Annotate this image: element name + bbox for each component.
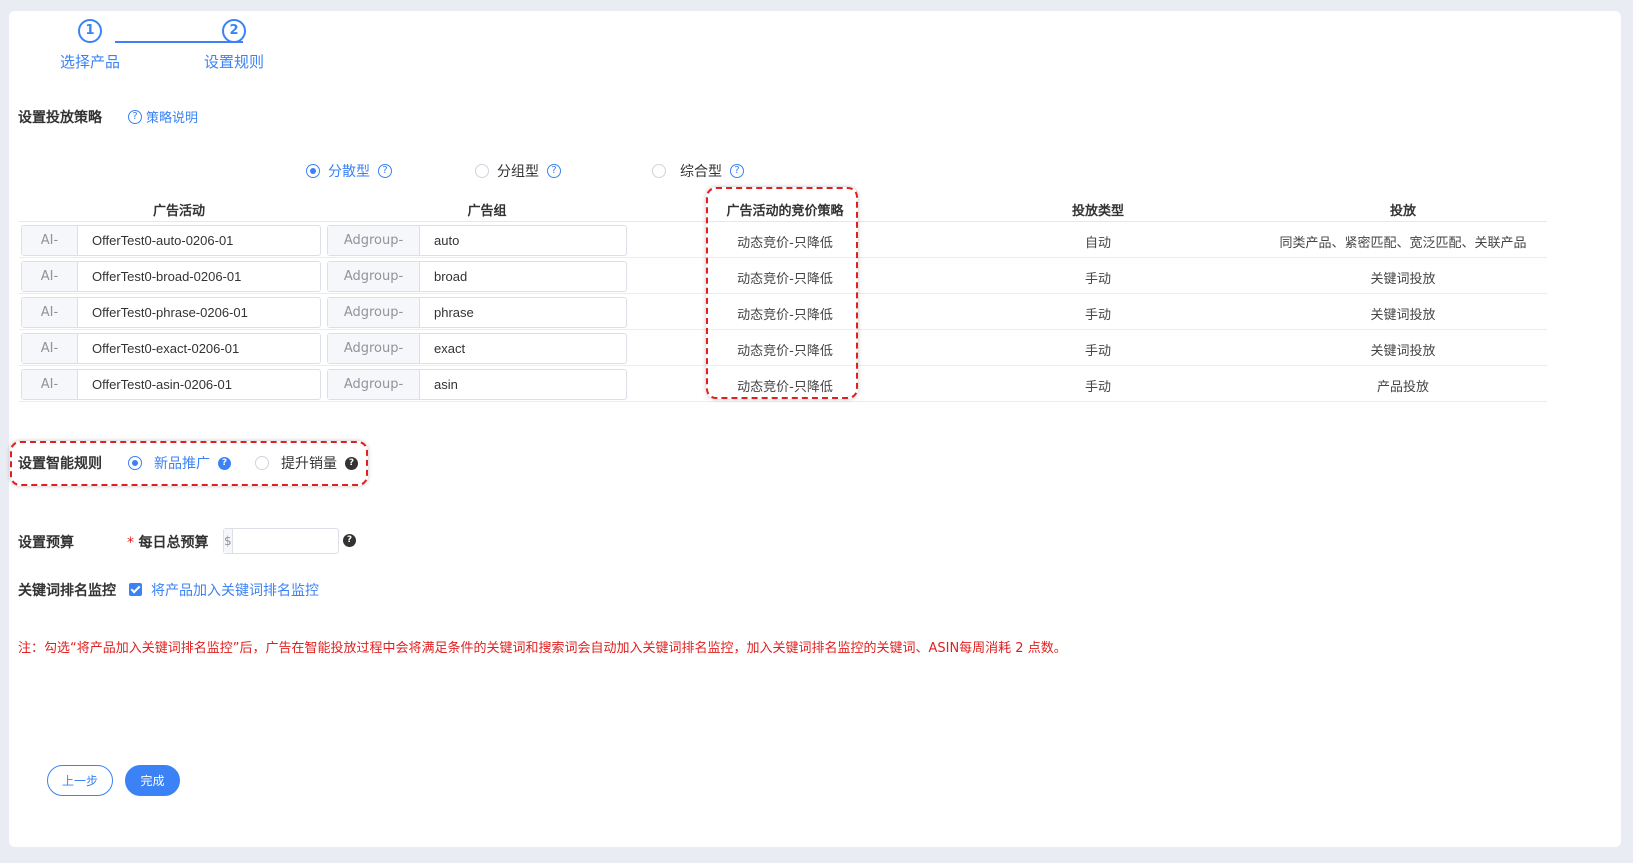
targeting-type-cell: 手动 bbox=[1084, 272, 1111, 287]
step-select-product[interactable]: 1 选择产品 bbox=[30, 19, 150, 72]
targeting-type-cell: 自动 bbox=[1084, 236, 1111, 251]
campaign-prefix: AI- bbox=[22, 334, 78, 363]
targeting-type-cell: 手动 bbox=[1084, 308, 1111, 323]
question-circle-icon: ? bbox=[128, 109, 142, 124]
strategy-label: 设置投放策略 bbox=[18, 110, 102, 126]
campaign-name-input[interactable]: AI- OfferTest0-phrase-0206-01 bbox=[21, 297, 321, 328]
adgroup-prefix: Adgroup- bbox=[328, 262, 420, 291]
keyword-monitor-label: 关键词排名监控 bbox=[18, 583, 116, 599]
smart-rules-highlight bbox=[10, 441, 368, 486]
campaign-name-value[interactable]: OfferTest0-auto-0206-01 bbox=[78, 226, 320, 255]
strategy-option-grouped[interactable]: 分组型 ? bbox=[475, 161, 561, 181]
question-circle-icon[interactable]: ? bbox=[547, 164, 561, 178]
radio-label: 分散型 bbox=[328, 164, 370, 180]
header-campaign: 广告活动 bbox=[152, 204, 205, 219]
radio-button[interactable] bbox=[306, 164, 320, 178]
targeting-cell: 产品投放 bbox=[1376, 380, 1429, 395]
targeting-cell: 关键词投放 bbox=[1370, 308, 1436, 323]
campaign-name-value[interactable]: OfferTest0-broad-0206-01 bbox=[78, 262, 320, 291]
adgroup-name-value[interactable]: asin bbox=[420, 370, 626, 399]
radio-label: 综合型 bbox=[680, 164, 722, 180]
strategy-help-text: 策略说明 bbox=[146, 111, 199, 126]
step-label: 选择产品 bbox=[59, 53, 120, 71]
keyword-monitor-checkbox-label[interactable]: 将产品加入关键词排名监控 bbox=[151, 580, 319, 600]
campaign-prefix: AI- bbox=[22, 262, 78, 291]
adgroup-name-input[interactable]: Adgroup- auto bbox=[327, 225, 627, 256]
daily-budget-input[interactable] bbox=[232, 529, 415, 553]
targeting-type-cell: 手动 bbox=[1084, 344, 1111, 359]
targeting-cell: 同类产品、紧密匹配、宽泛匹配、关联产品 bbox=[1279, 236, 1527, 251]
step-label: 设置规则 bbox=[203, 53, 264, 71]
header-targeting: 投放 bbox=[1389, 204, 1416, 219]
campaign-name-input[interactable]: AI- OfferTest0-exact-0206-01 bbox=[21, 333, 321, 364]
campaign-prefix: AI- bbox=[22, 226, 78, 255]
previous-step-button[interactable]: 上一步 bbox=[47, 765, 113, 796]
question-circle-icon[interactable]: ? bbox=[378, 164, 392, 178]
radio-button[interactable] bbox=[652, 164, 666, 178]
currency-prefix: $ bbox=[224, 529, 233, 553]
targeting-type-cell: 手动 bbox=[1084, 380, 1111, 395]
bid-strategy-highlight bbox=[706, 187, 858, 399]
keyword-monitor-checkbox[interactable] bbox=[129, 583, 142, 596]
adgroup-prefix: Adgroup- bbox=[328, 334, 420, 363]
adgroup-name-value[interactable]: exact bbox=[420, 334, 626, 363]
main-card: 1 选择产品 2 设置规则 设置投放策略 ? 策略说明 分散型 ? 分组型 ? … bbox=[9, 11, 1621, 847]
step-number-circle: 2 bbox=[222, 19, 246, 43]
strategy-help-link[interactable]: ? 策略说明 bbox=[128, 107, 198, 126]
daily-budget-label: * 每日总预算 bbox=[127, 532, 208, 552]
targeting-cell: 关键词投放 bbox=[1370, 272, 1436, 287]
campaign-name-value[interactable]: OfferTest0-exact-0206-01 bbox=[78, 334, 320, 363]
adgroup-prefix: Adgroup- bbox=[328, 370, 420, 399]
campaign-prefix: AI- bbox=[22, 370, 78, 399]
strategy-option-combined[interactable]: 综合型 ? bbox=[652, 161, 744, 181]
step-set-rules[interactable]: 2 设置规则 bbox=[174, 19, 294, 72]
campaign-name-input[interactable]: AI- OfferTest0-asin-0206-01 bbox=[21, 369, 321, 400]
adgroup-name-input[interactable]: Adgroup- asin bbox=[327, 369, 627, 400]
question-circle-icon[interactable]: ? bbox=[730, 164, 744, 178]
required-mark: * bbox=[127, 535, 134, 551]
radio-button[interactable] bbox=[475, 164, 489, 178]
finish-button[interactable]: 完成 bbox=[125, 765, 180, 796]
targeting-cell: 关键词投放 bbox=[1370, 344, 1436, 359]
monitor-note: 注：勾选“将产品加入关键词排名监控”后，广告在智能投放过程中会将满足条件的关键词… bbox=[18, 641, 1067, 656]
campaign-name-input[interactable]: AI- OfferTest0-auto-0206-01 bbox=[21, 225, 321, 256]
adgroup-name-value[interactable]: phrase bbox=[420, 298, 626, 327]
adgroup-name-input[interactable]: Adgroup- broad bbox=[327, 261, 627, 292]
adgroup-name-value[interactable]: broad bbox=[420, 262, 626, 291]
question-circle-icon[interactable]: ? bbox=[343, 534, 356, 547]
campaign-name-input[interactable]: AI- OfferTest0-broad-0206-01 bbox=[21, 261, 321, 292]
header-targeting-type: 投放类型 bbox=[1071, 204, 1124, 219]
campaign-prefix: AI- bbox=[22, 298, 78, 327]
adgroup-name-input[interactable]: Adgroup- phrase bbox=[327, 297, 627, 328]
daily-budget-input-group[interactable]: $ bbox=[223, 528, 415, 554]
adgroup-prefix: Adgroup- bbox=[328, 226, 420, 255]
header-adgroup: 广告组 bbox=[467, 204, 507, 219]
adgroup-name-value[interactable]: auto bbox=[420, 226, 626, 255]
budget-label: 设置预算 bbox=[18, 535, 74, 551]
campaign-name-value[interactable]: OfferTest0-phrase-0206-01 bbox=[78, 298, 320, 327]
campaign-name-value[interactable]: OfferTest0-asin-0206-01 bbox=[78, 370, 320, 399]
adgroup-prefix: Adgroup- bbox=[328, 298, 420, 327]
radio-label: 分组型 bbox=[497, 164, 539, 180]
adgroup-name-input[interactable]: Adgroup- exact bbox=[327, 333, 627, 364]
daily-budget-text: 每日总预算 bbox=[138, 535, 209, 551]
strategy-option-distributed[interactable]: 分散型 ? bbox=[306, 161, 392, 181]
step-number-circle: 1 bbox=[78, 19, 102, 43]
